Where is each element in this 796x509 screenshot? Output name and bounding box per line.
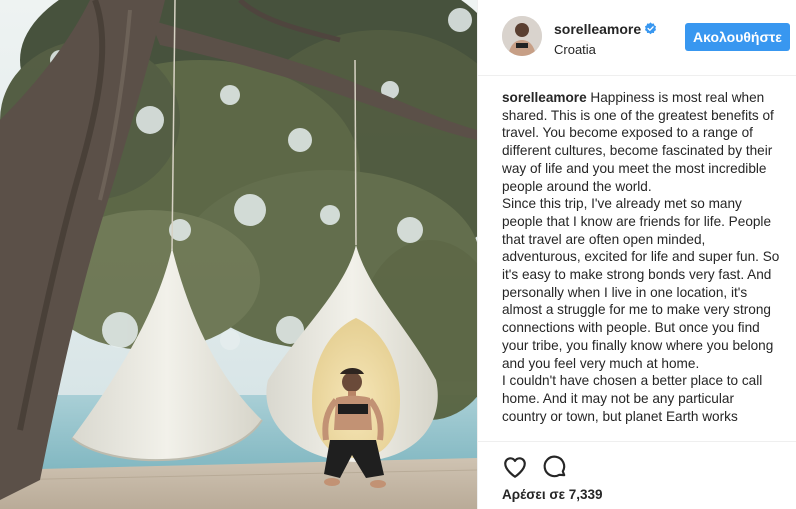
- avatar[interactable]: [502, 16, 542, 56]
- caption-text: Happiness is most real when shared. This…: [502, 90, 774, 194]
- username-link[interactable]: sorelleamore: [554, 21, 641, 37]
- caption-paragraph: sorelleamore Happiness is most real when…: [502, 89, 782, 195]
- caption-scroll-area[interactable]: sorelleamore Happiness is most real when…: [502, 89, 782, 441]
- photo-illustration: [0, 0, 477, 509]
- caption-username-link[interactable]: sorelleamore: [502, 90, 587, 105]
- caption-paragraph: Since this trip, I've already met so man…: [502, 196, 780, 371]
- post-photo[interactable]: [0, 0, 477, 509]
- caption-paragraph: I couldn't have chosen a better place to…: [502, 373, 763, 424]
- post-header: sorelleamore Croatia Ακολουθήστε: [478, 0, 796, 76]
- caption: sorelleamore Happiness is most real when…: [502, 89, 782, 425]
- location-link[interactable]: Croatia: [554, 42, 657, 57]
- avatar-image: [502, 16, 542, 56]
- user-block: sorelleamore Croatia: [554, 21, 657, 57]
- post-actions: Αρέσει σε 7,339: [478, 441, 796, 509]
- heart-icon[interactable]: [502, 454, 528, 480]
- likes-count[interactable]: Αρέσει σε 7,339: [502, 487, 603, 502]
- follow-button[interactable]: Ακολουθήστε: [685, 23, 790, 51]
- post-side-panel: sorelleamore Croatia Ακολουθήστε sorelle…: [477, 0, 796, 509]
- instagram-post: sorelleamore Croatia Ακολουθήστε sorelle…: [0, 0, 796, 509]
- comment-bubble-icon[interactable]: [542, 454, 568, 480]
- verified-badge-icon: [645, 22, 657, 35]
